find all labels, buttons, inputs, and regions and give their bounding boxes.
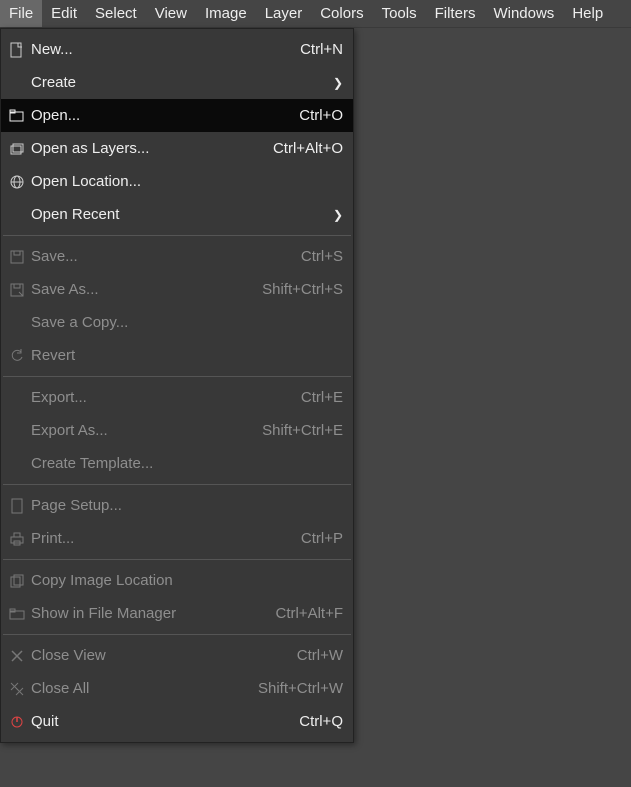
file-menu-dropdown: New... Ctrl+N Create ❯ Open... Ctrl+O Op…	[0, 28, 354, 743]
menu-shortcut: Ctrl+Alt+O	[273, 140, 343, 157]
menubar-item-colors[interactable]: Colors	[311, 0, 372, 27]
menu-label: Close All	[31, 680, 246, 697]
menu-label: Create	[31, 74, 325, 91]
menubar-item-view[interactable]: View	[146, 0, 196, 27]
blank-icon	[7, 454, 27, 474]
menu-shortcut: Ctrl+N	[300, 41, 343, 58]
blank-icon	[7, 421, 27, 441]
menu-separator	[3, 235, 351, 236]
menu-item-revert[interactable]: Revert	[1, 339, 353, 372]
menu-item-open-as-layers[interactable]: Open as Layers... Ctrl+Alt+O	[1, 132, 353, 165]
menubar-item-tools[interactable]: Tools	[373, 0, 426, 27]
menu-item-save[interactable]: Save... Ctrl+S	[1, 240, 353, 273]
menu-separator	[3, 484, 351, 485]
menubar-item-filters[interactable]: Filters	[426, 0, 485, 27]
menu-label: Show in File Manager	[31, 605, 263, 622]
menu-item-close-all[interactable]: Close All Shift+Ctrl+W	[1, 672, 353, 705]
menu-label: Open Location...	[31, 173, 343, 190]
blank-icon	[7, 205, 27, 225]
menu-label: Open Recent	[31, 206, 325, 223]
folder-open-icon	[7, 106, 27, 126]
menu-item-open[interactable]: Open... Ctrl+O	[1, 99, 353, 132]
menubar-item-edit[interactable]: Edit	[42, 0, 86, 27]
menu-shortcut: Shift+Ctrl+S	[262, 281, 343, 298]
menu-label: Export...	[31, 389, 289, 406]
menu-separator	[3, 559, 351, 560]
menu-item-page-setup[interactable]: Page Setup...	[1, 489, 353, 522]
menu-item-export[interactable]: Export... Ctrl+E	[1, 381, 353, 414]
menu-shortcut: Ctrl+S	[301, 248, 343, 265]
menu-shortcut: Shift+Ctrl+E	[262, 422, 343, 439]
menu-shortcut: Ctrl+Q	[299, 713, 343, 730]
globe-icon	[7, 172, 27, 192]
menu-label: New...	[31, 41, 288, 58]
menu-item-save-as[interactable]: Save As... Shift+Ctrl+S	[1, 273, 353, 306]
menu-label: Quit	[31, 713, 287, 730]
menubar-item-help[interactable]: Help	[563, 0, 612, 27]
blank-icon	[7, 388, 27, 408]
menu-label: Save...	[31, 248, 289, 265]
menubar-item-select[interactable]: Select	[86, 0, 146, 27]
blank-icon	[7, 73, 27, 93]
menu-shortcut: Ctrl+W	[297, 647, 343, 664]
menu-label: Save a Copy...	[31, 314, 343, 331]
menu-item-print[interactable]: Print... Ctrl+P	[1, 522, 353, 555]
chevron-right-icon: ❯	[333, 208, 343, 222]
menu-label: Page Setup...	[31, 497, 343, 514]
menu-item-open-recent[interactable]: Open Recent ❯	[1, 198, 353, 231]
quit-icon	[7, 712, 27, 732]
menu-shortcut: Ctrl+E	[301, 389, 343, 406]
close-all-icon	[7, 679, 27, 699]
menu-label: Open...	[31, 107, 287, 124]
menu-label: Save As...	[31, 281, 250, 298]
menu-separator	[3, 376, 351, 377]
page-setup-icon	[7, 496, 27, 516]
menu-label: Create Template...	[31, 455, 343, 472]
folder-icon	[7, 604, 27, 624]
menu-separator	[3, 634, 351, 635]
menu-item-show-in-file-manager[interactable]: Show in File Manager Ctrl+Alt+F	[1, 597, 353, 630]
menu-label: Export As...	[31, 422, 250, 439]
menu-shortcut: Ctrl+Alt+F	[275, 605, 343, 622]
menu-item-copy-image-location[interactable]: Copy Image Location	[1, 564, 353, 597]
close-icon	[7, 646, 27, 666]
chevron-right-icon: ❯	[333, 76, 343, 90]
print-icon	[7, 529, 27, 549]
menu-shortcut: Ctrl+P	[301, 530, 343, 547]
menu-item-create[interactable]: Create ❯	[1, 66, 353, 99]
menu-item-create-template[interactable]: Create Template...	[1, 447, 353, 480]
menu-item-quit[interactable]: Quit Ctrl+Q	[1, 705, 353, 738]
menu-label: Close View	[31, 647, 285, 664]
menubar: File Edit Select View Image Layer Colors…	[0, 0, 631, 28]
menu-shortcut: Ctrl+O	[299, 107, 343, 124]
menu-item-new[interactable]: New... Ctrl+N	[1, 33, 353, 66]
menu-item-export-as[interactable]: Export As... Shift+Ctrl+E	[1, 414, 353, 447]
menubar-item-file[interactable]: File	[0, 0, 42, 27]
menu-label: Copy Image Location	[31, 572, 343, 589]
save-icon	[7, 247, 27, 267]
menu-item-open-location[interactable]: Open Location...	[1, 165, 353, 198]
layer-open-icon	[7, 139, 27, 159]
menu-item-save-copy[interactable]: Save a Copy...	[1, 306, 353, 339]
file-new-icon	[7, 40, 27, 60]
menu-label: Print...	[31, 530, 289, 547]
copy-icon	[7, 571, 27, 591]
menubar-item-image[interactable]: Image	[196, 0, 256, 27]
save-as-icon	[7, 280, 27, 300]
revert-icon	[7, 346, 27, 366]
menu-shortcut: Shift+Ctrl+W	[258, 680, 343, 697]
menubar-item-layer[interactable]: Layer	[256, 0, 312, 27]
menu-label: Open as Layers...	[31, 140, 261, 157]
menu-label: Revert	[31, 347, 343, 364]
menu-item-close-view[interactable]: Close View Ctrl+W	[1, 639, 353, 672]
menubar-item-windows[interactable]: Windows	[484, 0, 563, 27]
blank-icon	[7, 313, 27, 333]
